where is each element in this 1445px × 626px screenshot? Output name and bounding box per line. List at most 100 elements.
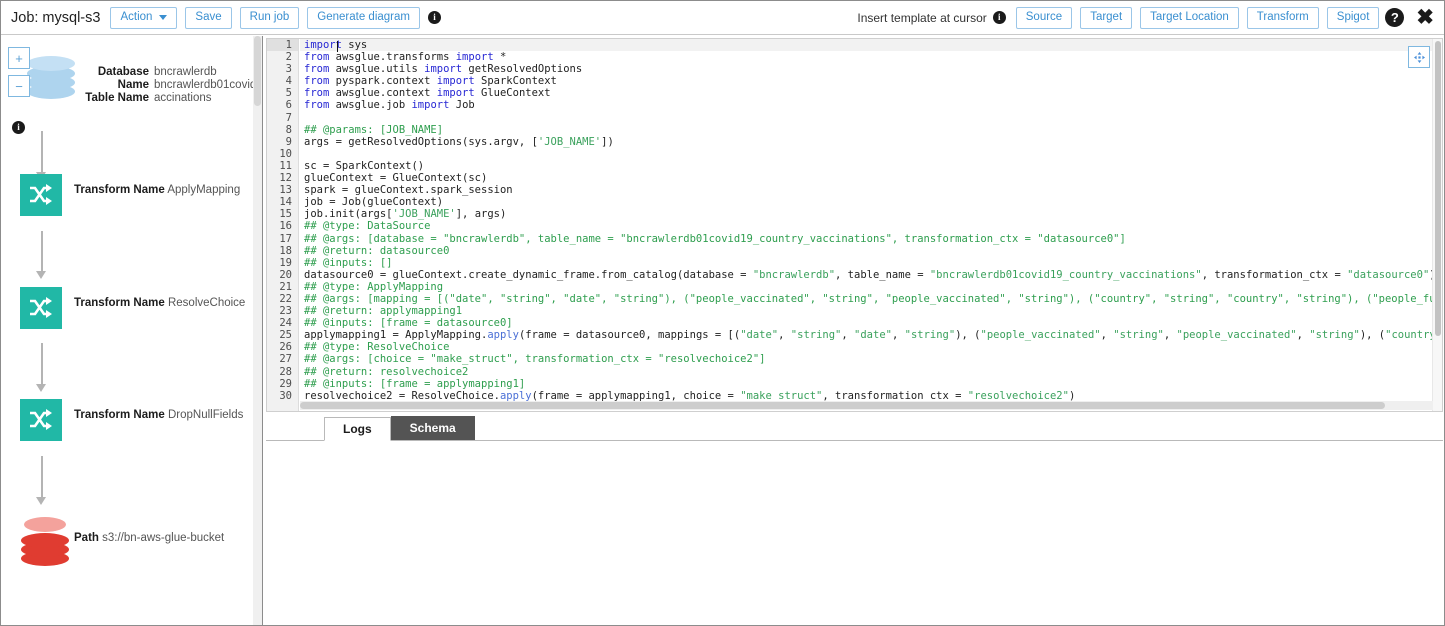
- editor-line-number: 10: [267, 148, 298, 160]
- editor-code-line[interactable]: ## @params: [JOB_NAME]: [300, 124, 1432, 136]
- editor-line-number-gutter: 1234567891011121314151617181920212223242…: [267, 39, 299, 411]
- close-icon[interactable]: ✖: [1416, 7, 1434, 28]
- editor-code-line[interactable]: ## @inputs: []: [300, 257, 1432, 269]
- insert-template-label: Insert template at cursor: [857, 11, 986, 25]
- editor-code-line[interactable]: args = getResolvedOptions(sys.argv, ['JO…: [300, 136, 1432, 148]
- transform-name-value-2: ResolveChoice: [168, 297, 245, 309]
- editor-code-line[interactable]: import sys: [300, 39, 1432, 51]
- diagram-node-datasource-labels: Database Name Table Name bncrawlerdb bnc…: [73, 66, 258, 105]
- diagram-panel-scrollbar-thumb[interactable]: [254, 36, 261, 106]
- editor-line-number: 2: [267, 51, 298, 63]
- editor-code-line[interactable]: spark = glueContext.spark_session: [300, 184, 1432, 196]
- database-cylinder-icon: [27, 50, 75, 102]
- editor-code-line[interactable]: ## @args: [choice = "make_struct", trans…: [300, 353, 1432, 365]
- editor-line-number: 16: [267, 220, 298, 232]
- transform-name-key-3: Transform Name: [74, 409, 165, 421]
- editor-line-number: 1: [267, 39, 298, 51]
- editor-horizontal-scrollbar-thumb[interactable]: [300, 402, 1385, 409]
- insert-template-info-icon[interactable]: i: [993, 11, 1006, 24]
- editor-code-line[interactable]: ## @return: resolvechoice2: [300, 366, 1432, 378]
- editor-code-line[interactable]: from awsglue.transforms import *: [300, 51, 1432, 63]
- run-job-button[interactable]: Run job: [240, 7, 300, 29]
- editor-code-line[interactable]: job = Job(glueContext): [300, 196, 1432, 208]
- editor-line-number: 25: [267, 329, 298, 341]
- editor-vertical-scrollbar[interactable]: [1432, 39, 1442, 411]
- editor-vertical-scrollbar-thumb[interactable]: [1435, 41, 1441, 336]
- editor-code-line[interactable]: applymapping1 = ApplyMapping.apply(frame…: [300, 329, 1432, 341]
- editor-code-line[interactable]: job.init(args['JOB_NAME'], args): [300, 208, 1432, 220]
- top-toolbar: Job: mysql-s3 Action Save Run job Genera…: [1, 1, 1444, 35]
- zoom-out-button[interactable]: −: [8, 75, 30, 97]
- insert-target-location-button[interactable]: Target Location: [1140, 7, 1239, 29]
- editor-code-line[interactable]: ## @return: applymapping1: [300, 305, 1432, 317]
- editor-code-line[interactable]: glueContext = GlueContext(sc): [300, 172, 1432, 184]
- generate-diagram-button[interactable]: Generate diagram: [307, 7, 420, 29]
- editor-code-line[interactable]: [300, 112, 1432, 124]
- editor-code-area[interactable]: import sysfrom awsglue.transforms import…: [300, 39, 1432, 411]
- diagram-node-s3-target-label: Path s3://bn-aws-glue-bucket: [74, 532, 224, 545]
- path-value: s3://bn-aws-glue-bucket: [102, 532, 224, 544]
- editor-line-number: 29: [267, 378, 298, 390]
- editor-code-line[interactable]: ## @type: ApplyMapping: [300, 281, 1432, 293]
- editor-code-line[interactable]: ## @return: datasource0: [300, 245, 1432, 257]
- diagram-panel-scrollbar[interactable]: [253, 36, 262, 626]
- diagram-connector-4-arrowhead: [36, 497, 46, 505]
- editor-code-line[interactable]: ## @type: ResolveChoice: [300, 341, 1432, 353]
- editor-code-line[interactable]: ## @args: [database = "bncrawlerdb", tab…: [300, 233, 1432, 245]
- diagram-info-icon[interactable]: i: [12, 117, 25, 130]
- insert-target-button[interactable]: Target: [1080, 7, 1132, 29]
- editor-line-number: 4: [267, 75, 298, 87]
- insert-transform-button[interactable]: Transform: [1247, 7, 1319, 29]
- transform-name-value-3: DropNullFields: [168, 409, 243, 421]
- insert-source-button[interactable]: Source: [1016, 7, 1072, 29]
- editor-code-line[interactable]: resolvechoice2 = ResolveChoice.apply(fra…: [300, 390, 1432, 402]
- editor-code-line[interactable]: sc = SparkContext(): [300, 160, 1432, 172]
- tab-schema[interactable]: Schema: [391, 416, 475, 440]
- table-name-value-wrap: accinations: [154, 92, 263, 105]
- editor-line-number: 27: [267, 353, 298, 365]
- editor-code-line[interactable]: ## @inputs: [frame = datasource0]: [300, 317, 1432, 329]
- transform-name-key-2: Transform Name: [74, 297, 165, 309]
- editor-code-line[interactable]: ## @inputs: [frame = applymapping1]: [300, 378, 1432, 390]
- diagram-node-s3-target[interactable]: [21, 513, 69, 565]
- diagram-node-applymapping-label: Transform Name ApplyMapping: [74, 184, 240, 197]
- editor-line-number: 20: [267, 269, 298, 281]
- diagram-node-dropnullfields[interactable]: [20, 399, 62, 441]
- diagram-node-applymapping[interactable]: [20, 174, 62, 216]
- editor-code-line[interactable]: from awsglue.job import Job: [300, 99, 1432, 111]
- editor-code-line[interactable]: from awsglue.context import GlueContext: [300, 87, 1432, 99]
- editor-horizontal-scrollbar[interactable]: [300, 401, 1433, 410]
- tab-logs[interactable]: Logs: [324, 417, 391, 441]
- diagram-connector-2-arrowhead: [36, 271, 46, 279]
- fullscreen-expand-icon[interactable]: [1408, 46, 1430, 68]
- path-key: Path: [74, 532, 99, 544]
- action-menu-button[interactable]: Action: [110, 7, 177, 29]
- help-icon[interactable]: ?: [1385, 8, 1404, 27]
- editor-line-number: 17: [267, 233, 298, 245]
- shuffle-transform-icon: [20, 287, 62, 329]
- editor-line-number: 11: [267, 160, 298, 172]
- editor-code-line[interactable]: ## @type: DataSource: [300, 220, 1432, 232]
- shuffle-transform-icon: [20, 399, 62, 441]
- editor-code-line[interactable]: [300, 148, 1432, 160]
- editor-line-number: 18: [267, 245, 298, 257]
- diagram-zoom-controls: + −: [8, 47, 30, 97]
- editor-line-number: 28: [267, 366, 298, 378]
- editor-code-line[interactable]: datasource0 = glueContext.create_dynamic…: [300, 269, 1432, 281]
- editor-code-line[interactable]: from pyspark.context import SparkContext: [300, 75, 1432, 87]
- transform-name-key-1: Transform Name: [74, 184, 165, 196]
- script-code-editor[interactable]: 1234567891011121314151617181920212223242…: [266, 38, 1443, 412]
- editor-line-number: 23: [267, 305, 298, 317]
- editor-line-number: 7: [267, 112, 298, 124]
- editor-line-number: 5: [267, 87, 298, 99]
- editor-line-number: 3: [267, 63, 298, 75]
- zoom-in-button[interactable]: +: [8, 47, 30, 69]
- save-button[interactable]: Save: [185, 7, 231, 29]
- diagram-node-resolvechoice[interactable]: [20, 287, 62, 329]
- database-name-value: bncrawlerdb: [154, 66, 263, 79]
- diagram-node-datasource[interactable]: [27, 50, 75, 102]
- insert-spigot-button[interactable]: Spigot: [1327, 7, 1380, 29]
- toolbar-info-icon[interactable]: i: [428, 11, 441, 24]
- editor-code-line[interactable]: ## @args: [mapping = [("date", "string",…: [300, 293, 1432, 305]
- editor-code-line[interactable]: from awsglue.utils import getResolvedOpt…: [300, 63, 1432, 75]
